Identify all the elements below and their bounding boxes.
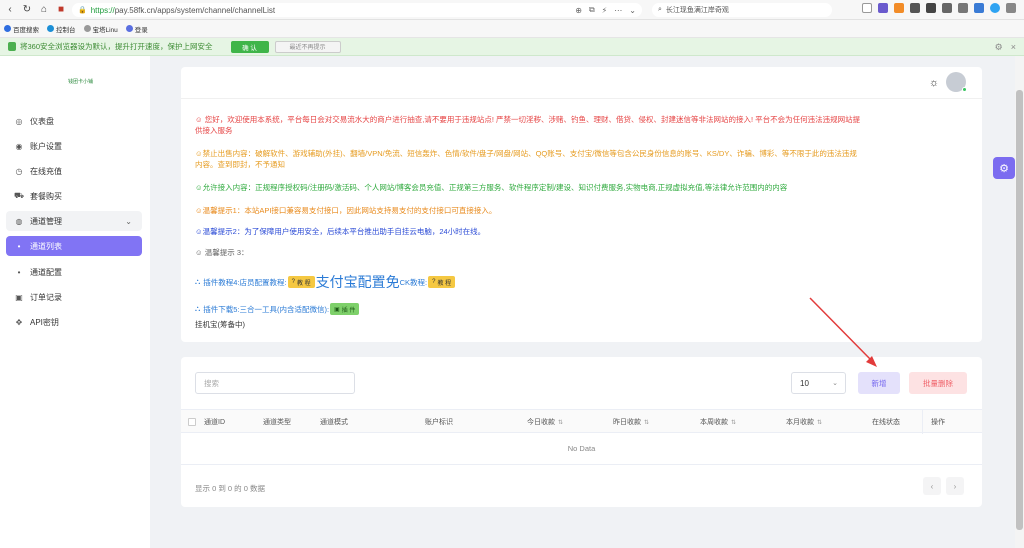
arrow-head — [866, 356, 877, 367]
annotation-arrow — [809, 297, 877, 367]
arrow-shaft — [809, 297, 874, 363]
